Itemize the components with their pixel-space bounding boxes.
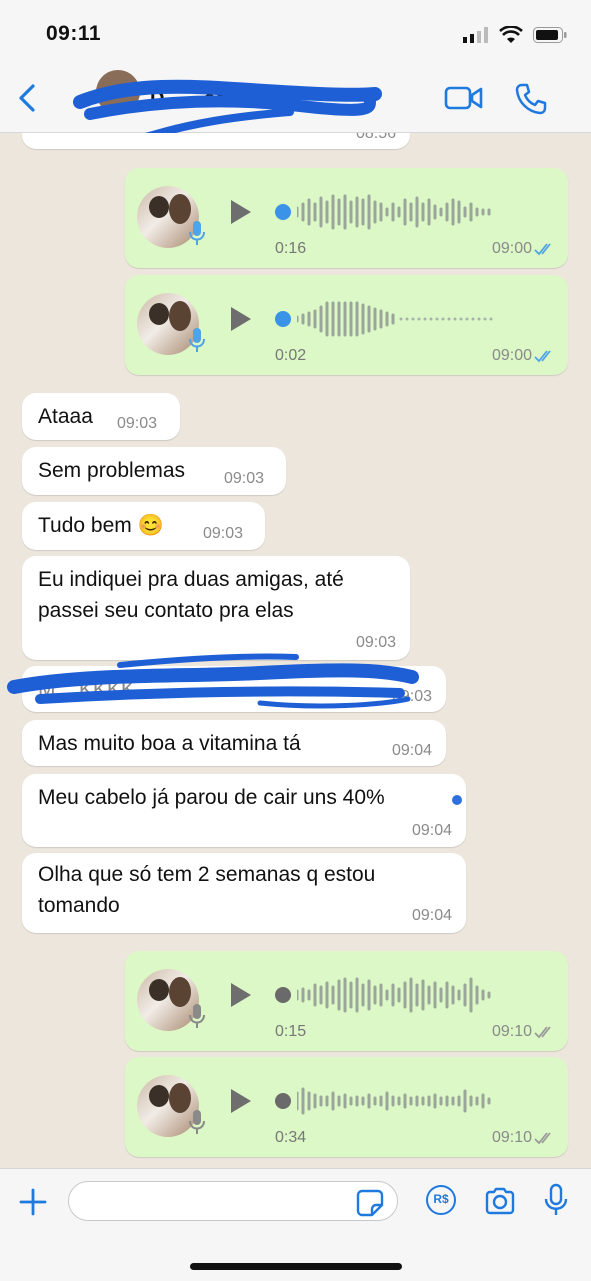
- message-bubble-previous[interactable]: 08:56: [22, 133, 410, 149]
- message-text: Tudo bem 😊: [38, 514, 164, 537]
- waveform: [297, 301, 493, 337]
- message-bubble[interactable]: Olha que só tem 2 semanas q estou tomand…: [22, 853, 466, 933]
- camera-icon[interactable]: [484, 1187, 516, 1215]
- microphone-icon: [189, 1110, 205, 1134]
- voice-message-2[interactable]: 0:02 09:00: [125, 275, 568, 375]
- progress-dot[interactable]: [275, 1093, 291, 1109]
- voice-call-icon[interactable]: [514, 82, 548, 116]
- delivered-receipt-icon: [534, 1026, 551, 1039]
- message-text: Eu indiquei pra duas amigas, até passei …: [38, 568, 344, 622]
- delivered-receipt-icon: [534, 1132, 551, 1145]
- plus-icon[interactable]: [18, 1187, 48, 1217]
- microphone-icon: [189, 328, 205, 352]
- message-time: 09:03: [117, 415, 158, 432]
- message-time: 09:00: [491, 240, 532, 257]
- voice-duration: 0:02: [275, 347, 307, 364]
- message-text: Olha que só tem 2 semanas q estou tomand…: [38, 863, 376, 917]
- message-text: Sem problemas: [38, 459, 186, 482]
- microphone-icon[interactable]: [544, 1183, 568, 1217]
- message-text: Ataaa: [38, 405, 93, 428]
- message-bubble[interactable]: Meu cabelo já parou de cair uns 40% 09:0…: [22, 774, 466, 847]
- video-call-icon[interactable]: [444, 84, 484, 112]
- waveform: [297, 977, 491, 1013]
- status-icons: [463, 26, 567, 44]
- sticker-icon[interactable]: [356, 1189, 384, 1217]
- waveform: [297, 194, 491, 230]
- message-text: Mas muito boa a vitamina tá: [38, 732, 301, 755]
- message-composer: R$: [0, 1168, 591, 1281]
- signal-icon: [463, 27, 488, 43]
- chat-header: D... ...oda...: [0, 62, 591, 146]
- chat-area[interactable]: 08:56 0:16 09:00 0:02 09:00 Ataaa 09:03 …: [0, 133, 591, 1168]
- message-bubble[interactable]: Tudo bem 😊 09:03: [22, 502, 265, 550]
- play-icon[interactable]: [229, 1087, 253, 1115]
- back-chevron-icon[interactable]: [14, 80, 40, 116]
- message-input[interactable]: [68, 1181, 398, 1221]
- progress-dot[interactable]: [275, 987, 291, 1003]
- message-bubble[interactable]: Ataaa 09:03: [22, 393, 180, 440]
- read-receipt-icon: [534, 350, 551, 363]
- microphone-icon: [189, 221, 205, 245]
- message-text: Meu cabelo já parou de cair uns 40%: [38, 786, 385, 809]
- unread-indicator: [452, 795, 462, 805]
- message-time: 09:04: [391, 742, 432, 759]
- status-time: 09:11: [46, 22, 102, 45]
- voice-message-1[interactable]: 0:16 09:00: [125, 168, 568, 268]
- wifi-icon: [499, 26, 523, 43]
- redaction-scribble: [7, 653, 419, 709]
- voice-duration: 0:15: [275, 1023, 307, 1040]
- home-indicator: [190, 1263, 402, 1270]
- message-time: 09:10: [491, 1129, 532, 1146]
- status-bar: 09:11: [0, 0, 591, 62]
- progress-dot[interactable]: [275, 204, 291, 220]
- play-icon[interactable]: [229, 305, 253, 333]
- payment-icon[interactable]: R$: [426, 1185, 456, 1215]
- microphone-icon: [189, 1004, 205, 1028]
- message-time: 09:00: [491, 347, 532, 364]
- progress-dot[interactable]: [275, 311, 291, 327]
- play-icon[interactable]: [229, 198, 253, 226]
- read-receipt-icon: [534, 243, 551, 256]
- voice-duration: 0:34: [275, 1129, 307, 1146]
- play-icon[interactable]: [229, 981, 253, 1009]
- voice-message-3[interactable]: 0:15 09:10: [125, 951, 568, 1051]
- voice-message-4[interactable]: 0:34 09:10: [125, 1057, 568, 1157]
- battery-icon: [533, 27, 567, 43]
- message-time: 09:03: [203, 525, 244, 542]
- message-time: 08:56: [355, 133, 396, 142]
- message-bubble[interactable]: Sem problemas 09:03: [22, 447, 286, 495]
- voice-duration: 0:16: [275, 240, 307, 257]
- message-bubble[interactable]: Mas muito boa a vitamina tá 09:04: [22, 720, 446, 766]
- waveform: [297, 1087, 491, 1115]
- message-time: 09:03: [224, 470, 265, 487]
- message-time: 09:10: [491, 1023, 532, 1040]
- message-time: 09:04: [411, 907, 452, 924]
- message-time: 09:04: [411, 822, 452, 839]
